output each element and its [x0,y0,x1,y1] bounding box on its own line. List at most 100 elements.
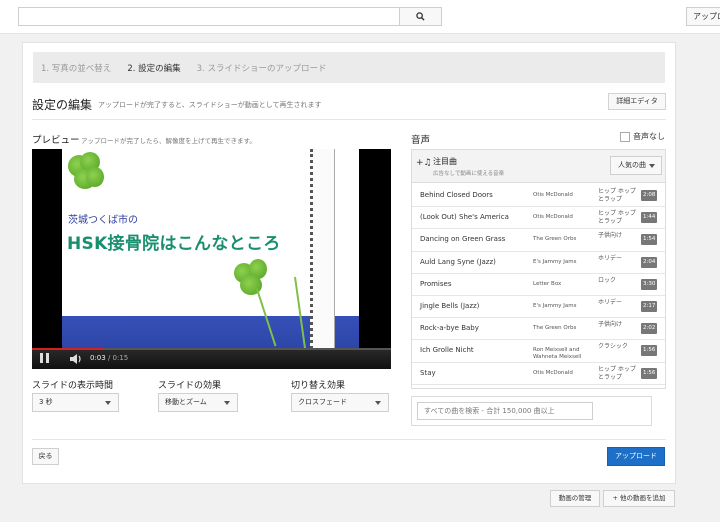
track-duration: 3:30 [641,278,658,290]
track-artist: Letter Box [533,280,562,287]
track-duration: 2:02 [641,323,658,335]
no-audio-checkbox[interactable] [620,131,630,142]
track-genre: ロック [598,276,617,284]
effect-select[interactable]: 移動とズーム [158,393,238,412]
player-controls: 0:03 / 0:15 [32,348,391,369]
song-search-input[interactable]: すべての曲を検索 - 合計 150,000 曲以上 [417,402,593,420]
add-video-button[interactable]: + 他の動画を追加 [603,490,675,507]
upload-top-button[interactable]: アップロ [686,7,720,26]
audio-title: 音声 [411,135,431,146]
track-row[interactable]: Ich Grolle Nicht Ron Meixsell and Wahneta… [412,340,665,363]
upload-button[interactable]: アップロード [607,447,665,466]
music-note-icon: +♫ [416,158,432,168]
track-row[interactable]: (Look Out) She's America Otis McDonald ヒップ… [412,207,665,230]
track-title: Auld Lang Syne (Jazz) [420,257,496,266]
track-genre: ヒップ ホップとラップ [598,365,636,381]
volume-icon[interactable] [69,353,83,365]
track-artist: The Green Orbs [533,236,577,243]
video-player[interactable]: 茨城つくば市の HSK接骨院はこんなところ 0:03 / 0:15 [32,149,391,369]
step-breadcrumb: 1. 写真の並べ替え 2. 設定の編集 3. スライドショーのアップロード [33,52,665,83]
pause-button[interactable] [40,353,54,365]
track-duration: 1:56 [641,367,658,379]
divider [32,439,666,440]
pause-icon [40,353,43,363]
divider [32,119,666,120]
music-panel-header: +♫ 注目曲 広告なしで動画に使える音楽 人気の曲 [412,150,665,183]
track-title: Ich Grolle Nicht [420,346,474,355]
page-subtitle: アップロードが完了すると、スライドショーが動画として再生されます [98,101,322,109]
popular-sort-button[interactable]: 人気の曲 [610,156,662,175]
notebook-spiral [310,149,335,348]
clover-stem [294,276,307,348]
slide-subtitle: 茨城つくば市の [68,215,138,226]
track-row[interactable]: Promises Letter Box ロック 3:30 [412,274,665,296]
slide-image: 茨城つくば市の HSK接骨院はこんなところ [62,149,359,348]
track-genre: 子供向け [598,321,623,329]
track-artist: E's Jammy Jams [533,302,577,309]
track-row[interactable]: Jingle Bells (Jazz) E's Jammy Jams ホリデー 2:1… [412,296,665,319]
track-artist: Otis McDonald [533,192,573,198]
track-genre: ヒップ ホップとラップ [598,210,636,226]
clover-leaf [86,167,104,187]
no-audio-toggle[interactable]: 音声なし [620,131,665,142]
track-row[interactable]: Rock-a-bye Baby The Green Orbs 子供向け 2:02 [412,318,665,341]
track-artist: Otis McDonald [533,214,573,221]
detail-editor-button[interactable]: 詳細エディタ [608,93,666,110]
track-duration: 2:08 [641,190,658,201]
slideshow-editor-card: 1. 写真の並べ替え 2. 設定の編集 3. スライドショーのアップロード 設定… [22,42,676,484]
track-title: Behind Closed Doors [420,191,493,199]
search-button[interactable] [399,7,442,26]
track-duration: 1:56 [641,345,658,357]
track-artist: Ron Meixsell and Wahneta Meixsell [533,347,582,361]
track-duration: 1:54 [641,234,658,246]
search-input[interactable] [18,7,400,26]
track-title: (Look Out) She's America [420,213,509,222]
track-duration: 2:17 [641,300,658,312]
no-audio-label: 音声なし [633,132,665,141]
chevron-down-icon [375,401,381,405]
preview-subtitle: アップロードが完了したら、解像度を上げて再生できます。 [81,137,256,145]
track-title: Stay [420,368,436,377]
step-1[interactable]: 1. 写真の並べ替え [41,62,111,74]
progress-bar[interactable] [32,348,391,350]
track-title: Rock-a-bye Baby [420,324,479,333]
time-display: 0:03 / 0:15 [90,354,129,362]
step-3[interactable]: 3. スライドショーのアップロード [197,62,327,74]
track-duration: 1:44 [641,212,658,224]
track-genre: クラシック [598,343,628,351]
track-duration: 2:04 [641,256,658,268]
featured-subtitle: 広告なしで動画に使える音楽 [433,171,505,177]
track-genre: ホリデー [598,254,623,262]
preview-title: プレビュー [32,135,80,146]
track-title: Dancing on Green Grass [420,235,506,244]
track-genre: 子供向け [598,232,623,240]
track-artist: The Green Orbs [533,325,577,332]
effect-label: スライドの効果 [158,381,222,391]
pause-icon [46,353,49,363]
song-search-box: すべての曲を検索 - 合計 150,000 曲以上 [411,396,652,426]
track-row[interactable]: Auld Lang Syne (Jazz) E's Jammy Jams ホリデー 2… [412,252,665,274]
search-icon [416,12,425,21]
duration-label: スライドの表示時間 [32,381,114,391]
track-genre: ホリデー [598,298,623,306]
duration-select[interactable]: 3 秒 [32,393,119,412]
caret-down-icon [649,164,655,168]
manage-videos-button[interactable]: 動画の管理 [550,490,600,507]
track-artist: Otis McDonald [533,369,573,376]
page-title: 設定の編集 [32,98,93,112]
track-row[interactable]: Dancing on Green Grass The Green Orbs 子供向け… [412,229,665,252]
top-bar: アップロ [0,0,720,34]
transition-select[interactable]: クロスフェード [291,393,389,412]
track-row[interactable]: Stay Otis McDonald ヒップ ホップとラップ 1:56 [412,363,665,385]
slide-title: HSK接骨院はこんなところ [67,234,281,254]
track-row[interactable]: Behind Closed Doors Otis McDonald ヒップ ホップと… [412,185,665,208]
transition-label: 切り替え効果 [291,381,346,391]
chevron-down-icon [105,401,111,405]
featured-title: 注目曲 [433,157,457,166]
track-artist: E's Jammy Jams [533,258,577,265]
track-title: Promises [420,279,452,288]
progress-fill [32,348,104,350]
track-title: Jingle Bells (Jazz) [420,301,480,310]
back-button[interactable]: 戻る [32,448,59,465]
step-2[interactable]: 2. 設定の編集 [127,62,180,74]
